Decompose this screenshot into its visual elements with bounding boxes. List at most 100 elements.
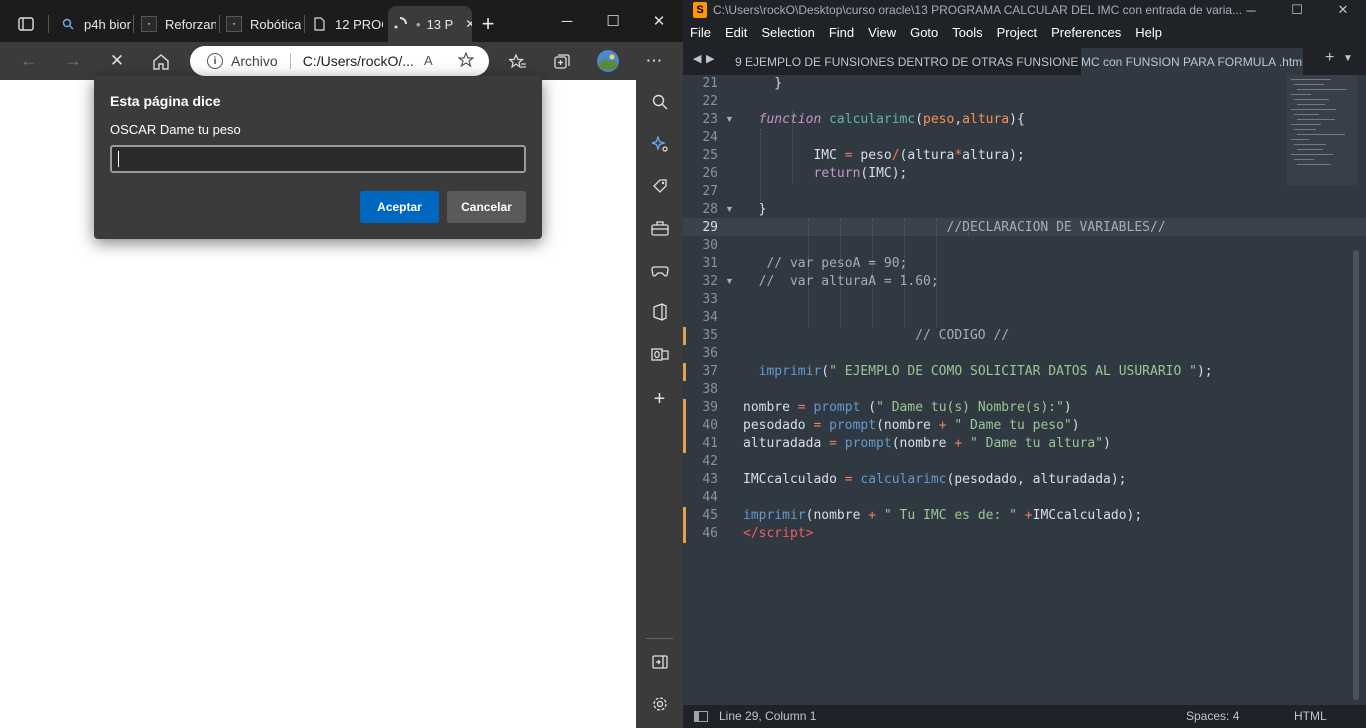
minimize-button[interactable]: ─ xyxy=(544,0,590,42)
tab-scroll-right-icon[interactable]: ▶ xyxy=(706,52,714,65)
code-line-21: } xyxy=(743,76,783,91)
edge-sidebar: + xyxy=(636,80,683,728)
menu-project[interactable]: Project xyxy=(997,25,1037,40)
url-text[interactable]: C:/Users/rockO/... xyxy=(303,53,414,69)
forward-button[interactable]: → xyxy=(57,48,89,74)
modified-line-marker xyxy=(683,399,686,417)
code-line-46: </script> xyxy=(743,526,814,541)
code-line-32: // var alturaA = 1.60; xyxy=(758,274,939,289)
modified-line-marker xyxy=(683,363,686,381)
tab-13-active[interactable]: • 13 P ✕ xyxy=(388,6,472,42)
panel-toggle-icon[interactable] xyxy=(694,711,708,722)
code-line-26: return(IMC); xyxy=(813,166,908,181)
minimap-line xyxy=(1294,144,1326,145)
cursor-position: Line 29, Column 1 xyxy=(719,709,817,723)
new-file-plus-icon[interactable]: + xyxy=(1325,49,1334,67)
modified-line-marker xyxy=(683,417,686,435)
tab-scroll-left-icon[interactable]: ◀ xyxy=(693,52,701,65)
maximize-button[interactable]: ☐ xyxy=(590,0,636,42)
cancel-button[interactable]: Cancelar xyxy=(447,191,526,223)
profile-button[interactable] xyxy=(592,48,624,74)
menu-find[interactable]: Find xyxy=(829,25,854,40)
menu-view[interactable]: View xyxy=(868,25,896,40)
line-number: 25 xyxy=(702,148,718,163)
menu-goto[interactable]: Goto xyxy=(910,25,938,40)
editor-tab-9-ejemplo[interactable]: 9 EJEMPLO DE FUNSIONES DENTRO DE OTRAS F… xyxy=(725,48,1079,75)
chevron-down-icon[interactable]: ▼ xyxy=(1343,53,1353,64)
discover-sidebar-button[interactable] xyxy=(636,129,683,159)
code-area[interactable]: } function calcularimc(peso,altura){ IMC… xyxy=(743,75,1283,705)
code-line-29: //DECLARACION DE VARIABLES// xyxy=(946,220,1166,235)
tab-p4h[interactable]: p4h bion xyxy=(56,6,131,42)
sidebar-settings-button[interactable] xyxy=(636,689,683,719)
new-tab-button[interactable]: + xyxy=(476,6,500,42)
editor-tab-current[interactable]: MC con FUNSION PARA FORMULA .html ✕ xyxy=(1081,48,1303,75)
back-button[interactable]: ← xyxy=(13,48,45,74)
tab-label: Reforzan xyxy=(165,16,216,32)
code-line-28: } xyxy=(743,202,767,217)
minimap-line xyxy=(1291,109,1336,110)
editor-close-button[interactable]: ✕ xyxy=(1320,0,1366,20)
fold-arrow-icon[interactable]: ▼ xyxy=(725,276,734,286)
line-number-gutter: 21 22 23 ▼ 24 25 26 27 28 ▼ 29 30 31 32 ▼ 33 34 35 36 37 38 3… xyxy=(683,75,740,705)
close-tab-icon[interactable]: ✕ xyxy=(465,17,472,31)
prompt-input[interactable] xyxy=(110,145,526,173)
add-favorite-icon[interactable] xyxy=(457,51,475,71)
stop-loading-button[interactable]: ✕ xyxy=(101,48,133,74)
editor-minimize-button[interactable]: ─ xyxy=(1228,0,1274,20)
editor-scrollbar[interactable] xyxy=(1353,250,1359,700)
indentation-setting[interactable]: Spaces: 4 xyxy=(1186,709,1239,723)
editor-maximize-button[interactable]: ☐ xyxy=(1274,0,1320,20)
collections-button[interactable] xyxy=(546,48,578,74)
accept-button[interactable]: Aceptar xyxy=(360,191,439,223)
favorites-button[interactable] xyxy=(502,48,534,74)
read-aloud-icon[interactable]: A xyxy=(424,53,433,68)
minimap-line xyxy=(1291,79,1331,80)
collapse-sidebar-icon xyxy=(651,655,668,669)
fold-arrow-icon[interactable]: ▼ xyxy=(725,204,734,214)
minimap[interactable] xyxy=(1287,75,1357,185)
address-bar[interactable]: i Archivo C:/Users/rockO/... A xyxy=(190,46,489,76)
info-icon[interactable]: i xyxy=(207,53,223,69)
fold-arrow-icon[interactable]: ▼ xyxy=(725,114,734,124)
search-sidebar-button[interactable] xyxy=(636,87,683,117)
office-sidebar-button[interactable] xyxy=(636,297,683,327)
code-line-25: IMC = peso/(altura*altura); xyxy=(743,148,1025,163)
hide-sidebar-button[interactable] xyxy=(636,647,683,677)
line-number: 29 xyxy=(702,220,718,235)
settings-more-button[interactable]: ⋯ xyxy=(638,48,670,74)
tab-actions-button[interactable] xyxy=(12,6,40,42)
code-line-41: alturadada = prompt(nombre + " Dame tu a… xyxy=(743,436,1111,451)
dialog-title: Esta página dice xyxy=(110,93,221,109)
menu-edit[interactable]: Edit xyxy=(725,25,747,40)
menu-file[interactable]: File xyxy=(690,25,711,40)
outlook-sidebar-button[interactable] xyxy=(636,339,683,369)
modified-line-marker xyxy=(683,435,686,453)
tab-reforzan[interactable]: ▪ Reforzan xyxy=(141,6,216,42)
tab-label: p4h bion xyxy=(84,16,131,32)
minimap-line xyxy=(1294,84,1324,85)
minimap-line xyxy=(1297,119,1335,120)
code-line-40: pesodado = prompt(nombre + " Dame tu pes… xyxy=(743,418,1080,433)
menu-selection[interactable]: Selection xyxy=(761,25,814,40)
minimap-line xyxy=(1294,99,1329,100)
sublime-logo-icon: S xyxy=(693,2,707,18)
sidebar-divider xyxy=(646,638,673,639)
games-sidebar-button[interactable] xyxy=(636,255,683,285)
close-window-button[interactable]: ✕ xyxy=(636,0,682,42)
add-sidebar-item-button[interactable]: + xyxy=(636,384,683,414)
minimap-line xyxy=(1294,114,1319,115)
line-number: 46 xyxy=(702,526,718,541)
line-number: 33 xyxy=(702,292,718,307)
shopping-sidebar-button[interactable] xyxy=(636,171,683,201)
tab-12-prog[interactable]: 12 PROG xyxy=(311,6,383,42)
home-button[interactable] xyxy=(145,48,177,74)
tab-robotica[interactable]: ▪ Robótica xyxy=(226,6,301,42)
line-number: 34 xyxy=(702,310,718,325)
menu-help[interactable]: Help xyxy=(1135,25,1162,40)
menu-tools[interactable]: Tools xyxy=(952,25,982,40)
menu-preferences[interactable]: Preferences xyxy=(1051,25,1121,40)
syntax-setting[interactable]: HTML xyxy=(1294,709,1327,723)
tools-sidebar-button[interactable] xyxy=(636,213,683,243)
line-number: 35 xyxy=(702,328,718,343)
